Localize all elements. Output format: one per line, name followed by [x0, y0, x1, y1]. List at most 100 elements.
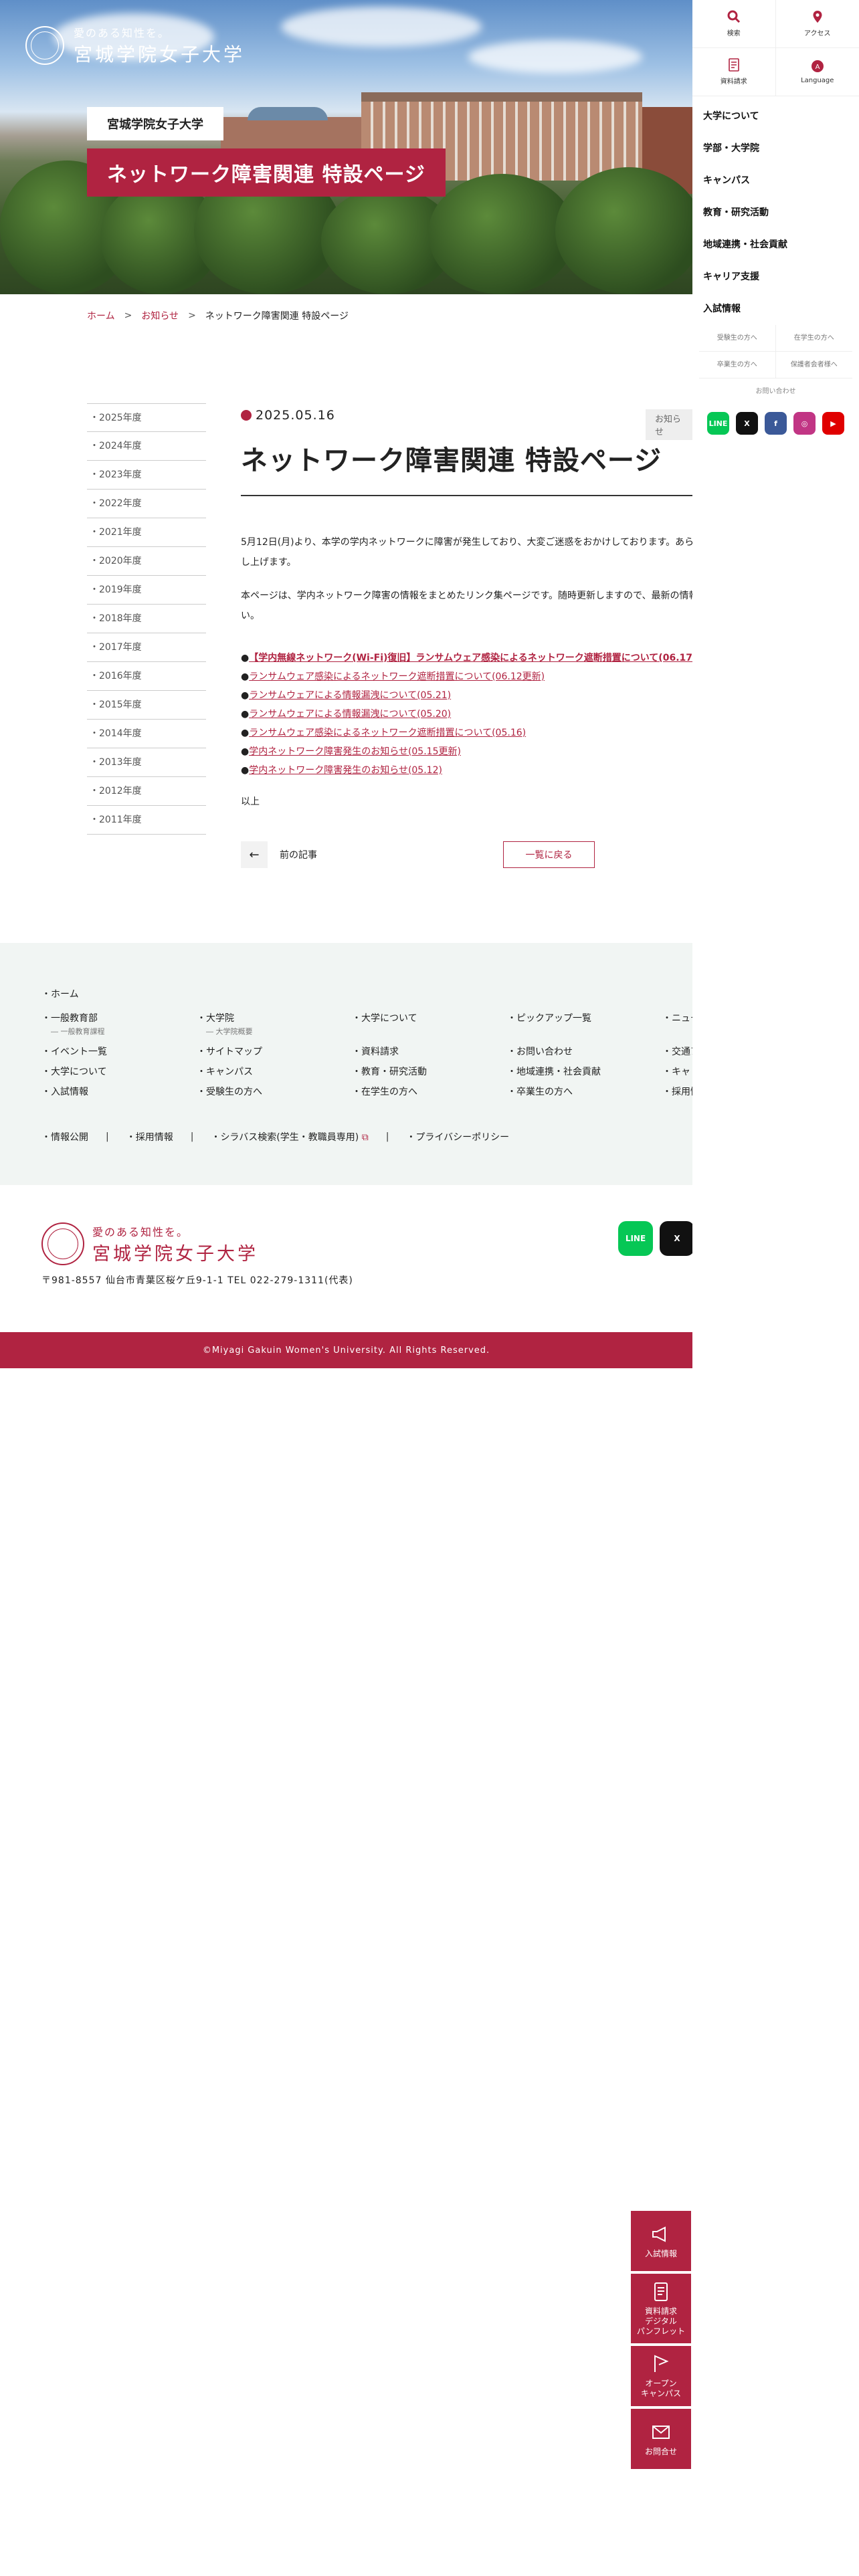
search-label: 検索: [727, 30, 741, 37]
footer-link[interactable]: 入試情報: [41, 1085, 88, 1098]
breadcrumb-separator-icon: >: [124, 310, 132, 321]
footer-privacy-link[interactable]: ・プライバシーポリシー: [406, 1130, 509, 1144]
x-icon[interactable]: X: [736, 412, 758, 435]
clock-icon: [241, 410, 252, 421]
prev-article-label: 前の記事: [280, 850, 317, 861]
article-link[interactable]: ランサムウェアによる情報漏洩について(05.21): [249, 690, 451, 701]
footer-link[interactable]: キャンパス: [197, 1065, 253, 1078]
year-link[interactable]: ・2021年度: [87, 518, 206, 547]
breadcrumb-news[interactable]: お知らせ: [141, 309, 179, 322]
footer-link[interactable]: 一般教育部― 一般教育課程: [41, 1011, 105, 1037]
footer-link[interactable]: 卒業生の方へ: [507, 1085, 573, 1098]
university-seal-icon: [25, 26, 64, 65]
float-admission-button[interactable]: 入試情報: [631, 2211, 691, 2271]
article-link[interactable]: 学内ネットワーク障害発生のお知らせ(05.12): [249, 765, 442, 776]
year-link[interactable]: ・2020年度: [87, 547, 206, 576]
footer-link[interactable]: 教育・研究活動: [352, 1065, 427, 1078]
footer-link[interactable]: ピックアップ一覧: [507, 1011, 591, 1025]
audience-students[interactable]: 在学生の方へ: [775, 325, 852, 352]
footer-link[interactable]: ニュース: [662, 1011, 692, 1025]
footer-link[interactable]: お問い合わせ: [507, 1045, 573, 1058]
access-button[interactable]: アクセス: [775, 0, 859, 48]
nav-about[interactable]: 大学について: [692, 100, 859, 132]
footer-disclosure-link[interactable]: ・情報公開: [41, 1130, 88, 1144]
footer-bottom-links: ・情報公開 | ・採用情報 | ・シラバス検索(学生・教職員専用) ⧉ | ・プ…: [41, 1130, 509, 1144]
article-link[interactable]: 【学内無線ネットワーク(Wi-Fi)復旧】ランサムウェア感染によるネットワーク遮…: [249, 653, 692, 663]
breadcrumb-home[interactable]: ホーム: [87, 309, 115, 322]
audience-applicants[interactable]: 受験生の方へ: [699, 325, 776, 352]
audience-links: 受験生の方へ 在学生の方へ 卒業生の方へ 保護者会者様へ: [699, 325, 852, 379]
article-pager: ← 前の記事 一覧に戻る: [241, 841, 692, 868]
youtube-icon[interactable]: ▶: [822, 412, 844, 435]
prev-article-button[interactable]: ← 前の記事: [241, 841, 317, 868]
footer-syllabus-link[interactable]: ・シラバス検索(学生・教職員専用) ⧉: [211, 1130, 368, 1144]
year-link[interactable]: ・2016年度: [87, 662, 206, 691]
divider: |: [190, 1132, 194, 1142]
search-button[interactable]: 検索: [692, 0, 776, 48]
back-to-list-button[interactable]: 一覧に戻る: [503, 841, 595, 868]
year-link[interactable]: ・2014年度: [87, 720, 206, 748]
floating-menu: 入試情報 資料請求 デジタル パンフレット オープン キャンパス お問合せ: [631, 2211, 691, 2472]
site-logo[interactable]: 愛のある知性を。 宮城学院女子大学: [25, 24, 245, 67]
nav-campus[interactable]: キャンパス: [692, 165, 859, 197]
nav-career[interactable]: キャリア支援: [692, 261, 859, 293]
float-brochure-button[interactable]: 資料請求 デジタル パンフレット: [631, 2274, 691, 2343]
footer-link[interactable]: 大学について: [352, 1011, 417, 1025]
nav-research[interactable]: 教育・研究活動: [692, 197, 859, 229]
year-link[interactable]: ・2017年度: [87, 633, 206, 662]
nav-faculties[interactable]: 学部・大学院: [692, 132, 859, 165]
year-link[interactable]: ・2023年度: [87, 461, 206, 490]
year-link[interactable]: ・2015年度: [87, 691, 206, 720]
audience-guardians[interactable]: 保護者会者様へ: [775, 352, 852, 379]
footer-links: ホーム 一般教育部― 一般教育課程 イベント一覧 大学について 入試情報 大学院…: [0, 943, 692, 1185]
year-link[interactable]: ・2022年度: [87, 490, 206, 518]
article-link[interactable]: ランサムウェア感染によるネットワーク遮断措置について(05.16): [249, 728, 526, 738]
language-button[interactable]: A Language: [775, 48, 859, 96]
audience-alumni[interactable]: 卒業生の方へ: [699, 352, 776, 379]
year-link[interactable]: ・2018年度: [87, 605, 206, 633]
article-paragraph: 本ページは、学内ネットワーク障害の情報をまとめたリンク集ページです。随時更新しま…: [241, 591, 692, 621]
footer-link[interactable]: 地域連携・社会貢献: [507, 1065, 601, 1078]
year-link[interactable]: ・2013年度: [87, 748, 206, 777]
footer-logo[interactable]: 愛のある知性を。 宮城学院女子大学: [41, 1222, 258, 1265]
hero-title: ネットワーク障害関連 特設ページ: [87, 148, 446, 197]
footer-link[interactable]: キャリ: [662, 1065, 692, 1078]
footer-link[interactable]: 受験生の方へ: [197, 1085, 262, 1098]
footer-link[interactable]: サイトマップ: [197, 1045, 262, 1058]
footer-link[interactable]: 在学生の方へ: [352, 1085, 417, 1098]
footer-link[interactable]: 大学について: [41, 1065, 107, 1078]
footer-link[interactable]: イベント一覧: [41, 1045, 107, 1058]
footer-link[interactable]: 交通ア: [662, 1045, 692, 1058]
footer-info: 愛のある知性を。 宮城学院女子大学 〒981-8557 仙台市青葉区桜ケ丘9-1…: [0, 1185, 692, 1332]
year-link[interactable]: ・2025年度: [87, 403, 206, 432]
access-label: アクセス: [804, 30, 831, 37]
instagram-icon[interactable]: ◎: [793, 412, 816, 435]
footer-link[interactable]: 大学院― 大学院概要: [197, 1011, 253, 1037]
article-link[interactable]: 学内ネットワーク障害発生のお知らせ(05.15更新): [249, 746, 461, 757]
article-date-text: 2025.05.16: [256, 408, 335, 423]
line-icon[interactable]: LINE: [618, 1221, 653, 1256]
article-link[interactable]: ランサムウェアによる情報漏洩について(05.20): [249, 709, 451, 720]
footer-link[interactable]: 資料請求: [352, 1045, 399, 1058]
x-icon[interactable]: X: [660, 1221, 692, 1256]
map-pin-icon: [813, 11, 822, 23]
float-contact-button[interactable]: お問合せ: [631, 2409, 691, 2469]
line-icon[interactable]: LINE: [707, 412, 729, 435]
year-link[interactable]: ・2024年度: [87, 432, 206, 461]
footer-link[interactable]: 採用情: [662, 1085, 692, 1098]
year-link[interactable]: ・2019年度: [87, 576, 206, 605]
footer-tagline: 愛のある知性を。: [92, 1225, 189, 1239]
nav-admission[interactable]: 入試情報: [692, 293, 859, 325]
facebook-icon[interactable]: f: [765, 412, 787, 435]
footer-link-home[interactable]: ホーム: [41, 987, 79, 1000]
footer-recruit-link[interactable]: ・採用情報: [126, 1130, 173, 1144]
language-label: Language: [801, 77, 834, 84]
article-link[interactable]: ランサムウェア感染によるネットワーク遮断措置について(06.12更新): [249, 671, 545, 682]
year-link[interactable]: ・2011年度: [87, 806, 206, 835]
nav-community[interactable]: 地域連携・社会貢献: [692, 229, 859, 261]
right-sidebar: 検索 アクセス 資料請求 A Language 大学について 学部・大学院 キャ…: [692, 0, 859, 468]
brochure-button[interactable]: 資料請求: [692, 48, 776, 96]
year-link[interactable]: ・2012年度: [87, 777, 206, 806]
sidebar-contact-link[interactable]: お問い合わせ: [692, 379, 859, 405]
float-opencampus-button[interactable]: オープン キャンパス: [631, 2346, 691, 2406]
